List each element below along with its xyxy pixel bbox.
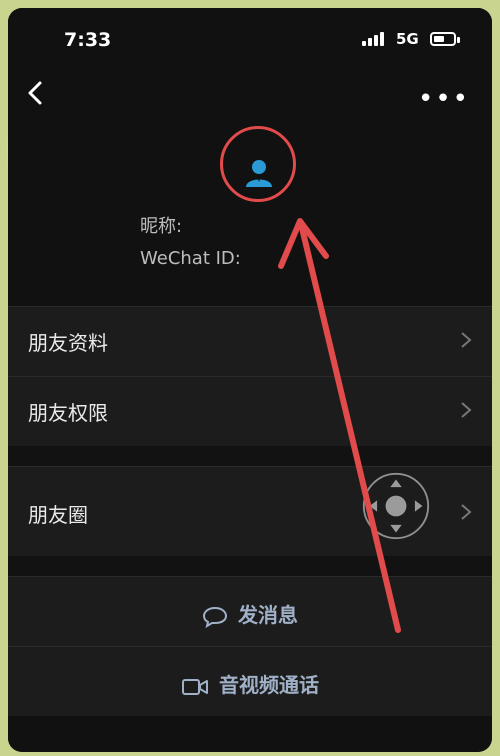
battery-icon xyxy=(430,32,460,46)
nickname-label: 昵称: xyxy=(140,216,183,237)
send-message-button[interactable]: 发消息 xyxy=(8,576,492,647)
video-camera-icon xyxy=(182,678,208,695)
dpad-icon[interactable] xyxy=(361,471,431,541)
menu-item-permissions[interactable]: 朋友权限 xyxy=(8,376,492,447)
video-call-label: 音视频通话 xyxy=(219,673,319,697)
section-divider xyxy=(8,556,492,576)
send-message-label: 发消息 xyxy=(238,603,298,627)
signal-icon xyxy=(362,32,388,46)
section-divider xyxy=(8,446,492,466)
chevron-right-icon xyxy=(461,504,472,520)
profile-header: 昵称: WeChat ID: xyxy=(8,126,492,306)
video-call-button[interactable]: 音视频通话 xyxy=(8,646,492,717)
chevron-left-icon[interactable] xyxy=(22,80,48,106)
menu-item-label: 朋友圈 xyxy=(28,503,88,527)
status-time: 7:33 xyxy=(64,29,112,51)
bottom-spacer xyxy=(8,716,492,752)
wechat-id-label: WeChat ID: xyxy=(140,248,241,269)
chat-bubble-icon xyxy=(202,606,228,628)
user-avatar-icon[interactable] xyxy=(242,156,276,190)
chevron-right-icon xyxy=(461,402,472,418)
status-bar: 7:33 5G xyxy=(8,8,492,52)
phone-screen: 7:33 5G ••• 昵称: WeChat ID: 朋友资料 朋友权限 朋友圈… xyxy=(8,8,492,752)
menu-item-label: 朋友资料 xyxy=(28,331,108,355)
network-type: 5G xyxy=(396,30,419,48)
menu-item-label: 朋友权限 xyxy=(28,401,108,425)
chevron-right-icon xyxy=(461,332,472,348)
more-dots-icon[interactable]: ••• xyxy=(418,86,470,112)
menu-item-profile[interactable]: 朋友资料 xyxy=(8,306,492,377)
